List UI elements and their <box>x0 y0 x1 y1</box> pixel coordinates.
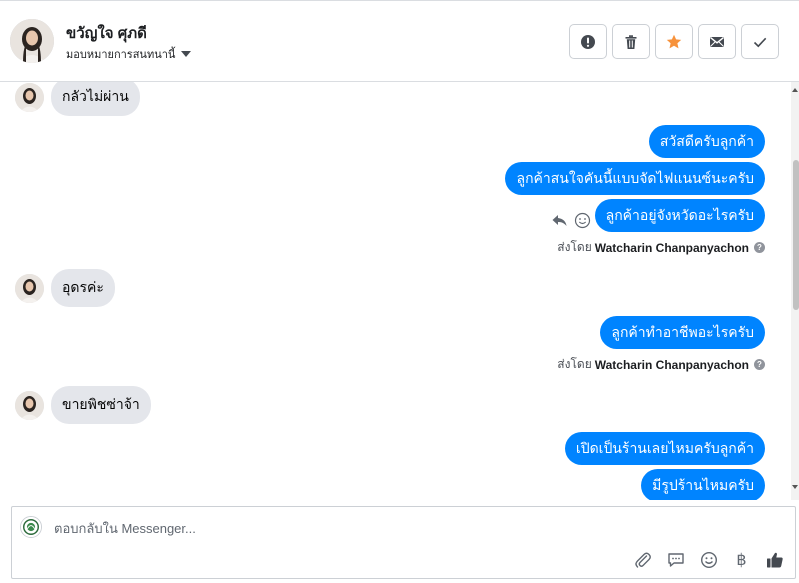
conversation-header: ขวัญใจ ศุภดี มอบหมายการสนทนานี้ <box>0 0 799 82</box>
envelope-icon <box>710 36 724 47</box>
contact-avatar[interactable] <box>10 19 54 63</box>
incoming-message: ขายพิชซ่าจ้า <box>15 386 151 424</box>
star-button[interactable] <box>655 24 693 59</box>
mark-done-button[interactable] <box>741 24 779 59</box>
thumbs-up-icon[interactable] <box>764 549 785 570</box>
sent-by-label: ส่งโดย Watcharin Chanpanyachon ? <box>557 238 765 257</box>
check-icon <box>753 37 767 47</box>
mark-unread-button[interactable] <box>698 24 736 59</box>
sent-by-label: ส่งโดย Watcharin Chanpanyachon ? <box>557 355 765 374</box>
outgoing-bubble[interactable]: ลูกค้าอยู่จังหวัดอะไรครับ <box>594 199 765 232</box>
assign-label: มอบหมายการสนทนานี้ <box>66 49 176 61</box>
react-smiley-icon[interactable] <box>574 212 591 229</box>
scroll-down-arrow-icon[interactable] <box>792 485 798 489</box>
scrollbar-thumb[interactable] <box>793 160 799 310</box>
caret-down-icon <box>181 51 192 57</box>
contact-name[interactable]: ขวัญใจ ศุภดี <box>66 21 147 45</box>
contact-avatar-small <box>15 390 44 420</box>
message-thread[interactable]: กลัวไม่ผ่าน สวัสดีครับลูกค้า ลูกค้าสนใจค… <box>0 82 799 500</box>
page-avatar <box>20 516 42 538</box>
composer-toolbar: ฿ <box>632 549 785 570</box>
sent-by-prefix: ส่งโดย <box>557 357 592 371</box>
help-icon[interactable]: ? <box>754 242 765 253</box>
incoming-bubble[interactable]: อุดรค่ะ <box>51 269 115 307</box>
message-actions <box>551 212 591 229</box>
star-icon <box>666 34 682 48</box>
paperclip-icon[interactable] <box>632 549 653 570</box>
reply-composer: ฿ <box>11 506 796 579</box>
outgoing-bubble[interactable]: ลูกค้าทำอาชีพอะไรครับ <box>600 316 765 349</box>
sent-by-prefix: ส่งโดย <box>557 240 592 254</box>
incoming-bubble[interactable]: กลัวไม่ผ่าน <box>51 82 140 116</box>
incoming-message: กลัวไม่ผ่าน <box>15 82 140 116</box>
incoming-bubble[interactable]: ขายพิชซ่าจ้า <box>51 386 151 424</box>
chat-bubble-icon[interactable] <box>665 549 686 570</box>
smiley-icon[interactable] <box>698 549 719 570</box>
delete-button[interactable] <box>612 24 650 59</box>
mark-spam-button[interactable] <box>569 24 607 59</box>
sender-name[interactable]: Watcharin Chanpanyachon <box>595 241 749 255</box>
scroll-up-arrow-icon[interactable] <box>792 88 798 92</box>
messenger-conversation-window: ขวัญใจ ศุภดี มอบหมายการสนทนานี้ กลัวไม่ผ… <box>0 0 799 583</box>
outgoing-bubble[interactable]: มีรูปร้านไหมครับ <box>641 469 765 500</box>
assign-conversation-dropdown[interactable]: มอบหมายการสนทนานี้ <box>66 45 192 63</box>
outgoing-bubble[interactable]: สวัสดีครับลูกค้า <box>648 125 765 158</box>
contact-avatar-small <box>15 82 44 112</box>
sender-name[interactable]: Watcharin Chanpanyachon <box>595 358 749 372</box>
help-icon[interactable]: ? <box>754 359 765 370</box>
reply-icon[interactable] <box>551 212 568 229</box>
trash-icon <box>625 34 637 49</box>
baht-icon[interactable]: ฿ <box>731 549 752 570</box>
outgoing-bubble[interactable]: เปิดเป็นร้านเลยไหมครับลูกค้า <box>564 432 765 465</box>
contact-avatar-small <box>15 273 44 303</box>
incoming-message: อุดรค่ะ <box>15 269 115 307</box>
outgoing-bubble[interactable]: ลูกค้าสนใจคันนี้แบบจัดไฟแนนซ์นะครับ <box>505 162 765 195</box>
header-actions <box>569 24 779 59</box>
alert-icon <box>581 34 595 49</box>
reply-input[interactable] <box>54 521 614 536</box>
